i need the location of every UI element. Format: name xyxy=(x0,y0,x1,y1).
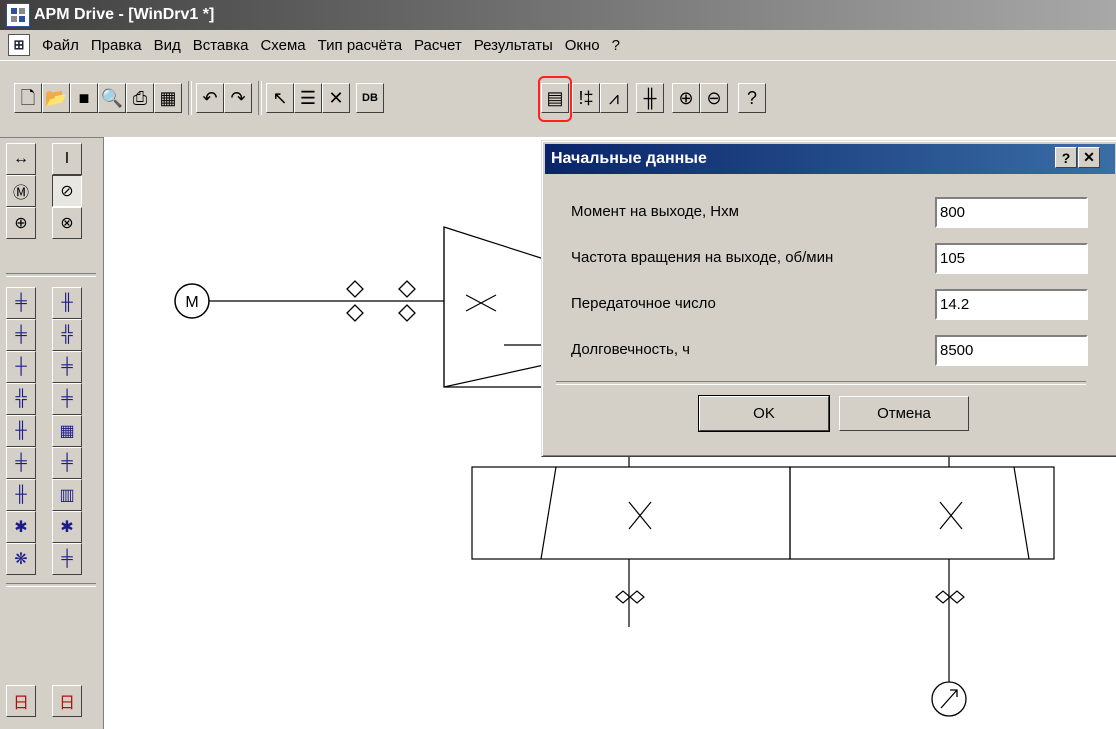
menu-bar: ⊞ Файл Правка Вид Вставка Схема Тип расч… xyxy=(0,30,1116,60)
document-menu-icon[interactable]: ⊞ xyxy=(8,34,30,56)
toolbar-separator xyxy=(188,81,192,115)
new-file-icon[interactable]: 🗋 xyxy=(14,83,42,113)
gear-stage-icon[interactable]: ✱ xyxy=(52,511,82,543)
output-torque-field[interactable] xyxy=(935,197,1088,228)
output-load-symbol[interactable] xyxy=(931,681,967,717)
dialog-help-button[interactable]: ? xyxy=(1055,147,1077,168)
output-shaft-right[interactable] xyxy=(935,559,965,682)
brake-icon[interactable]: 日 xyxy=(52,685,82,717)
ok-button[interactable]: OK xyxy=(698,395,830,432)
gear-stage-icon[interactable]: ╪ xyxy=(6,319,36,351)
menu-calc-type[interactable]: Тип расчёта xyxy=(312,35,408,56)
zoom-out-icon[interactable]: ⊖ xyxy=(700,83,728,113)
gear-stage-icon[interactable]: ✱ xyxy=(6,511,36,543)
help-icon[interactable]: ? xyxy=(738,83,766,113)
gear-stage-icon[interactable]: ╫ xyxy=(6,479,36,511)
dialog-title: Начальные данные xyxy=(551,150,707,167)
gear-stage-icon[interactable]: ╪ xyxy=(52,351,82,383)
save-icon[interactable]: ■ xyxy=(70,83,98,113)
lifetime-label: Долговечность, ч xyxy=(571,341,690,358)
palette-separator xyxy=(6,273,96,277)
output-speed-label: Частота вращения на выходе, об/мин xyxy=(571,249,834,266)
menu-schema[interactable]: Схема xyxy=(254,35,311,56)
gear-stage-icon[interactable]: ╪ xyxy=(52,447,82,479)
coupling-icon[interactable]: ⊗ xyxy=(52,207,82,239)
gear-stage-1[interactable] xyxy=(443,226,545,388)
open-folder-icon[interactable]: 📂 xyxy=(42,83,70,113)
dialog-close-button[interactable]: ✕ xyxy=(1078,147,1100,168)
menu-view[interactable]: Вид xyxy=(148,35,187,56)
select-arrow-icon[interactable]: ↖ xyxy=(266,83,294,113)
gear-ratio-label: Передаточное число xyxy=(571,295,716,312)
gear-stage-icon[interactable]: ▥ xyxy=(52,479,82,511)
lifetime-field[interactable] xyxy=(935,335,1088,366)
redo-icon[interactable]: ↷ xyxy=(224,83,252,113)
table-icon[interactable]: ▦ xyxy=(154,83,182,113)
menu-results[interactable]: Результаты xyxy=(468,35,559,56)
initial-data-dialog: Начальные данные ? ✕ Момент на выходе, Н… xyxy=(541,140,1116,457)
database-icon[interactable]: DB xyxy=(356,83,384,113)
properties-icon[interactable]: ☰ xyxy=(294,83,322,113)
dialog-titlebar: Начальные данные xyxy=(545,144,1115,174)
menu-calculate[interactable]: Расчет xyxy=(408,35,468,56)
gear-stage-icon[interactable]: ❋ xyxy=(6,543,36,575)
delete-icon[interactable]: ✕ xyxy=(322,83,350,113)
menu-edit[interactable]: Правка xyxy=(85,35,148,56)
gear-stage-2[interactable] xyxy=(471,457,1055,560)
menu-window[interactable]: Окно xyxy=(559,35,606,56)
zoom-in-icon[interactable]: ⊕ xyxy=(672,83,700,113)
gear-stage-icon[interactable]: ╪ xyxy=(6,287,36,319)
gear-stage-icon[interactable]: ╪ xyxy=(6,447,36,479)
print-icon[interactable]: ⎙ xyxy=(126,83,154,113)
window-title: APM Drive - [WinDrv1 *] xyxy=(34,6,215,23)
cancel-button[interactable]: Отмена xyxy=(839,396,969,431)
gear-stage-icon[interactable]: ╬ xyxy=(52,319,82,351)
gear-stage-icon[interactable]: ┼ xyxy=(6,351,36,383)
undo-icon[interactable]: ↶ xyxy=(196,83,224,113)
highlight-annotation xyxy=(538,76,572,122)
brake-icon[interactable]: 日 xyxy=(6,685,36,717)
shaft-vertical-icon[interactable]: I xyxy=(52,143,82,175)
svg-text:M: M xyxy=(185,294,198,311)
gear-train-icon[interactable]: ╫ xyxy=(636,83,664,113)
gear-stage-icon[interactable]: ╬ xyxy=(6,383,36,415)
output-torque-label: Момент на выходе, Нхм xyxy=(571,203,739,220)
output-speed-field[interactable] xyxy=(935,243,1088,274)
output-icon[interactable]: ⊘ xyxy=(52,175,82,207)
dialog-divider xyxy=(556,381,1086,385)
element-palette: ↔ I Ⓜ ⊘ ⊕ ⊗ ╪ ╫ ╪ ╬ ┼ ╪ ╬ ╪ ╫ ▦ ╪ ╪ ╫ ▥ … xyxy=(0,137,103,729)
toolbar-separator xyxy=(258,81,262,115)
motor-symbol[interactable]: M xyxy=(174,283,210,319)
print-preview-icon[interactable]: 🔍 xyxy=(98,83,126,113)
gear-stage-icon[interactable]: ╫ xyxy=(6,415,36,447)
menu-insert[interactable]: Вставка xyxy=(187,35,255,56)
gear-stage-icon[interactable]: ╪ xyxy=(52,383,82,415)
shaft-horizontal-icon[interactable]: ↔ xyxy=(6,143,36,175)
motor-icon[interactable]: Ⓜ xyxy=(6,175,36,207)
menu-file[interactable]: Файл xyxy=(36,35,85,56)
chart-icon[interactable]: ⩘ xyxy=(600,83,628,113)
check-icon[interactable]: !‡ xyxy=(572,83,600,113)
window-titlebar: APM Drive - [WinDrv1 *] xyxy=(0,0,1116,30)
palette-separator xyxy=(6,583,96,587)
bearing-icon[interactable]: ⊕ xyxy=(6,207,36,239)
app-grid-icon[interactable] xyxy=(6,3,30,27)
output-shaft-left[interactable] xyxy=(615,559,645,627)
menu-help[interactable]: ? xyxy=(606,35,626,56)
gear-stage-icon[interactable]: ▦ xyxy=(52,415,82,447)
gear-stage-icon[interactable]: ╪ xyxy=(52,543,82,575)
gear-ratio-field[interactable] xyxy=(935,289,1088,320)
gear-stage-icon[interactable]: ╫ xyxy=(52,287,82,319)
